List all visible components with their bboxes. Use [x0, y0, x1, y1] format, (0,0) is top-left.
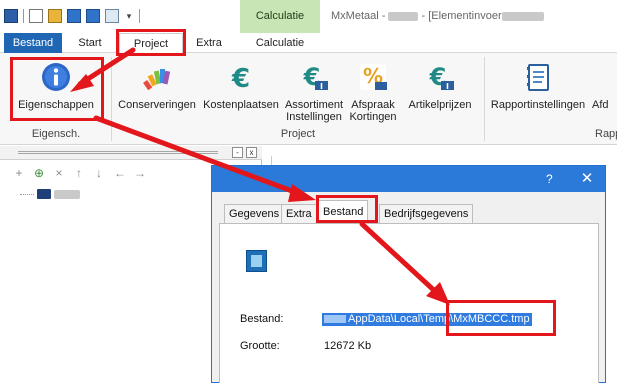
app-name: MxMetaal - — [331, 10, 389, 22]
file-icon — [246, 250, 267, 272]
tab-extra[interactable]: Extra — [281, 204, 317, 224]
window-title: MxMetaal - - [Elementinvoer — [331, 10, 544, 22]
discount-label: Afspraak Kortingen — [345, 99, 401, 123]
euro-icon: € — [231, 64, 250, 93]
discount-label-line1: Afspraak — [351, 99, 395, 111]
tab-gegevens[interactable]: Gegevens — [224, 204, 285, 224]
move-up-icon[interactable]: ↑ — [74, 166, 84, 180]
redacted-text — [324, 315, 346, 324]
contextual-tab-title: Calculatie — [255, 10, 305, 22]
move-right-icon[interactable]: → — [134, 166, 146, 180]
cost-centers-button[interactable]: € Kostenplaatsen — [199, 59, 283, 125]
svg-text:I: I — [446, 82, 449, 91]
quick-access-toolbar: ▾ — [4, 7, 140, 25]
svg-text:I: I — [320, 82, 323, 91]
add-child-icon[interactable]: ⊕ — [34, 166, 44, 180]
panel-grip[interactable] — [18, 151, 218, 154]
delete-icon[interactable]: × — [54, 166, 64, 180]
notebook-icon — [527, 64, 549, 91]
discount-label-line2: Kortingen — [349, 111, 397, 123]
tab-file[interactable]: Bestand — [4, 33, 62, 53]
percent-icon: % — [360, 64, 387, 90]
redacted-text — [501, 11, 544, 21]
toolbar-divider — [23, 9, 24, 23]
tree-connector — [20, 193, 34, 195]
ribbon-tabs: Bestand Start Project Extra Calculatie — [0, 33, 617, 53]
afd-button[interactable]: Afd — [592, 59, 617, 125]
customize-toolbar-dropdown-icon[interactable]: ▾ — [124, 11, 134, 22]
file-label: Bestand: — [240, 313, 284, 325]
highlight-file-path — [446, 300, 556, 336]
ribbon-group-divider — [484, 57, 485, 141]
report-settings-label: Rapportinstellingen — [490, 99, 586, 111]
panel-close-button[interactable]: x — [246, 147, 257, 158]
move-left-icon[interactable]: ← — [114, 166, 126, 180]
panel-header: - x — [0, 146, 262, 160]
paint-palette-icon — [143, 69, 171, 91]
redacted-text — [388, 11, 419, 21]
new-file-icon[interactable] — [29, 9, 43, 23]
assortment-label: Assortiment Instellingen — [283, 99, 345, 123]
group-label-project: Project — [280, 128, 316, 140]
afd-label: Afd — [592, 99, 609, 111]
open-folder-icon[interactable] — [48, 9, 62, 23]
tab-extra[interactable]: Extra — [189, 33, 229, 53]
euro-settings-icon: € I — [303, 63, 328, 91]
save-as-icon[interactable] — [86, 9, 100, 23]
redacted-text — [54, 189, 80, 199]
report-settings-button[interactable]: Rapportinstellingen — [488, 59, 588, 125]
toolbar-divider — [139, 9, 140, 23]
size-label: Grootte: — [240, 340, 280, 352]
article-prices-button[interactable]: € I Artikelprijzen — [401, 59, 479, 125]
close-icon[interactable]: ✕ — [576, 169, 598, 189]
highlight-project-tab — [116, 29, 186, 56]
highlight-properties-button — [10, 57, 104, 121]
size-value: 12672 Kb — [324, 340, 372, 352]
print-preview-icon[interactable] — [105, 9, 119, 23]
panel-minimize-button[interactable]: - — [232, 147, 243, 158]
tree-toolbar: + ⊕ × ↑ ↓ ← → — [14, 166, 146, 180]
svg-text:€: € — [231, 64, 250, 93]
folder-icon — [37, 189, 51, 199]
assortment-settings-button[interactable]: € I Assortiment Instellingen — [283, 59, 345, 125]
save-icon[interactable] — [67, 9, 81, 23]
tab-start[interactable]: Start — [72, 33, 108, 53]
properties-dialog: ? ✕ Gegevens Extra Bestand Bedrijfsgegev… — [211, 165, 606, 383]
title-bar: ▾ Calculatie MxMetaal - - [Elementinvoer — [0, 0, 617, 33]
conservations-button[interactable]: Conserveringen — [115, 59, 199, 125]
highlight-bestand-tab — [316, 195, 378, 223]
discount-agreement-button[interactable]: % Afspraak Kortingen — [345, 59, 401, 125]
article-prices-label: Artikelprijzen — [408, 99, 472, 111]
cost-centers-label: Kostenplaatsen — [203, 99, 279, 111]
conservations-label: Conserveringen — [118, 99, 196, 111]
dialog-title-bar: ? ✕ — [212, 166, 605, 192]
tab-calculatie[interactable]: Calculatie — [240, 33, 320, 53]
help-button[interactable]: ? — [546, 172, 553, 186]
assortment-label-line1: Assortiment — [284, 99, 344, 111]
move-down-icon[interactable]: ↓ — [94, 166, 104, 180]
add-icon[interactable]: + — [14, 166, 24, 180]
contextual-tab-header: Calculatie — [240, 0, 320, 33]
tab-bedrijfsgegevens[interactable]: Bedrijfsgegevens — [379, 204, 474, 224]
euro-article-icon: € I — [429, 63, 454, 91]
tree-node[interactable] — [20, 189, 80, 199]
group-label-report: Rapp — [595, 128, 617, 140]
assortment-label-line2: Instellingen — [286, 111, 342, 123]
window-title-document: - [Elementinvoer — [418, 10, 502, 22]
app-menu-icon[interactable] — [4, 9, 18, 23]
group-label-properties: Eigensch. — [31, 128, 81, 140]
